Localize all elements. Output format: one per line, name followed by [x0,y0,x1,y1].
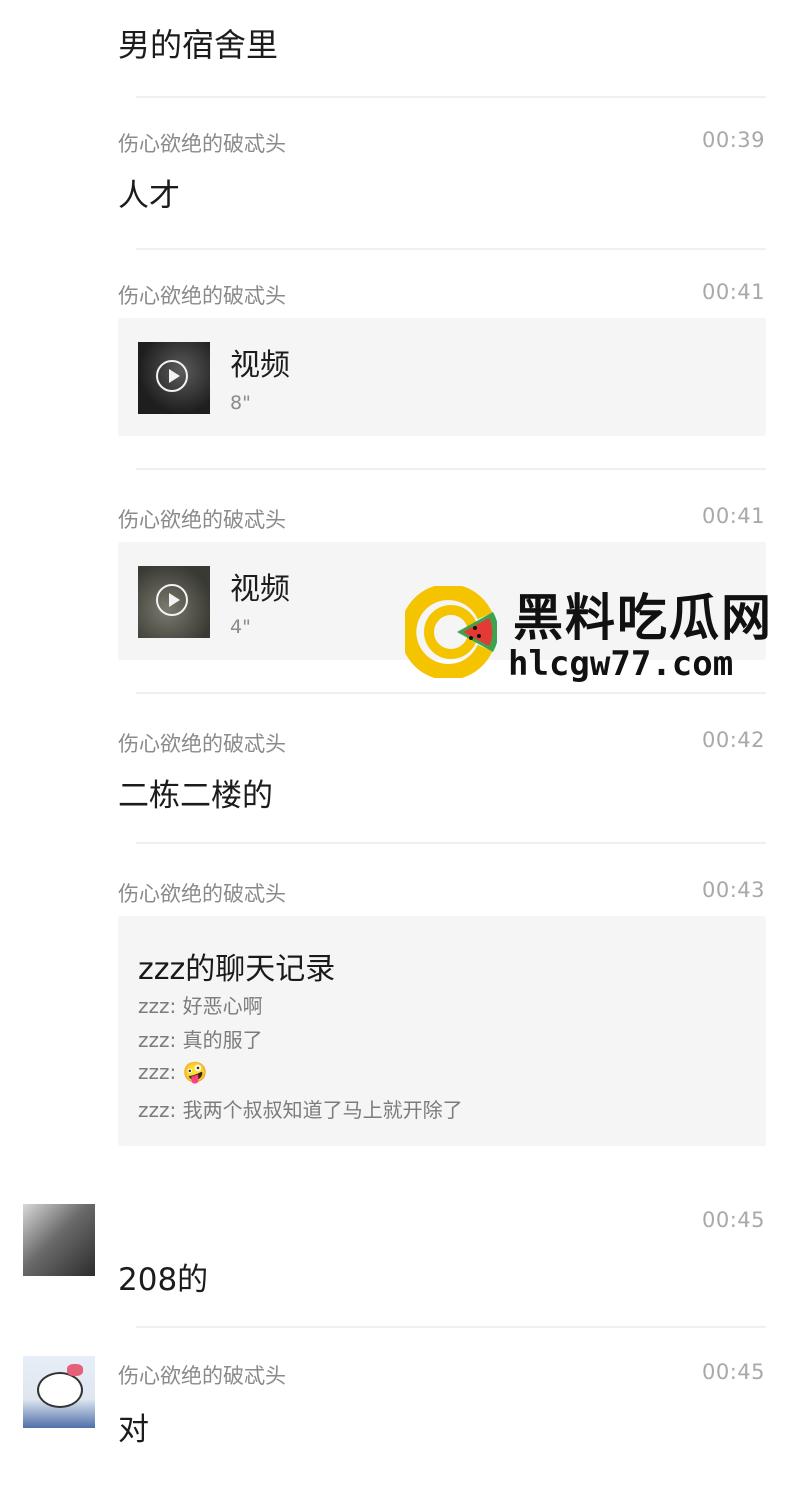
video-thumbnail[interactable] [138,342,210,414]
play-icon[interactable] [156,584,188,616]
message-text: 二栋二楼的 [118,778,273,814]
message-text: 对 [118,1412,149,1448]
divider [136,1326,766,1328]
watermark-title: 黑料吃瓜网 [513,589,773,647]
message-time: 00:45 [701,1360,765,1384]
video-message-card[interactable]: 视频 8" [118,318,766,436]
message-time: 00:41 [701,504,765,528]
divider [136,248,766,250]
message-sender: 伤心欲绝的破忒头 [118,882,286,906]
video-label: 视频 [230,348,290,383]
divider [136,842,766,844]
message-sender: 伤心欲绝的破忒头 [118,132,286,156]
video-thumbnail[interactable] [138,566,210,638]
video-label: 视频 [230,572,290,607]
divider [136,96,766,98]
chat-record-line: zzz: 🤪 [138,1060,208,1084]
chat-record-line: zzz: 好恶心啊 [138,994,263,1018]
avatar-photo[interactable] [23,1204,95,1276]
avatar-hello-kitty[interactable] [23,1356,95,1428]
chat-record-line: zzz: 我两个叔叔知道了马上就开除了 [138,1098,463,1122]
message-sender: 伤心欲绝的破忒头 [118,732,286,756]
message-time: 00:41 [701,280,765,304]
divider [136,468,766,470]
chat-record-line: zzz: 真的服了 [138,1028,263,1052]
message-sender: 伤心欲绝的破忒头 [118,1364,286,1388]
message-sender: 伤心欲绝的破忒头 [118,508,286,532]
chat-title: 男的宿舍里 [118,26,279,64]
message-time: 00:43 [701,878,765,902]
message-text: 人才 [118,178,180,214]
kitty-bow [67,1364,83,1376]
message-time: 00:42 [701,728,765,752]
message-time: 00:45 [701,1208,765,1232]
chat-record-card[interactable]: zzz的聊天记录 zzz: 好恶心啊 zzz: 真的服了 zzz: 🤪 zzz:… [118,916,766,1146]
chat-record-title: zzz的聊天记录 [138,952,336,987]
watermelon-logo-icon [405,586,497,678]
watermark-url: hlcgw77.com [508,644,734,684]
divider [136,692,766,694]
message-time: 00:39 [701,128,765,152]
play-icon[interactable] [156,360,188,392]
video-duration: 4" [230,616,251,638]
kitty-face [37,1372,83,1408]
video-duration: 8" [230,392,251,414]
message-sender: 伤心欲绝的破忒头 [118,284,286,308]
message-text: 208的 [118,1262,209,1298]
